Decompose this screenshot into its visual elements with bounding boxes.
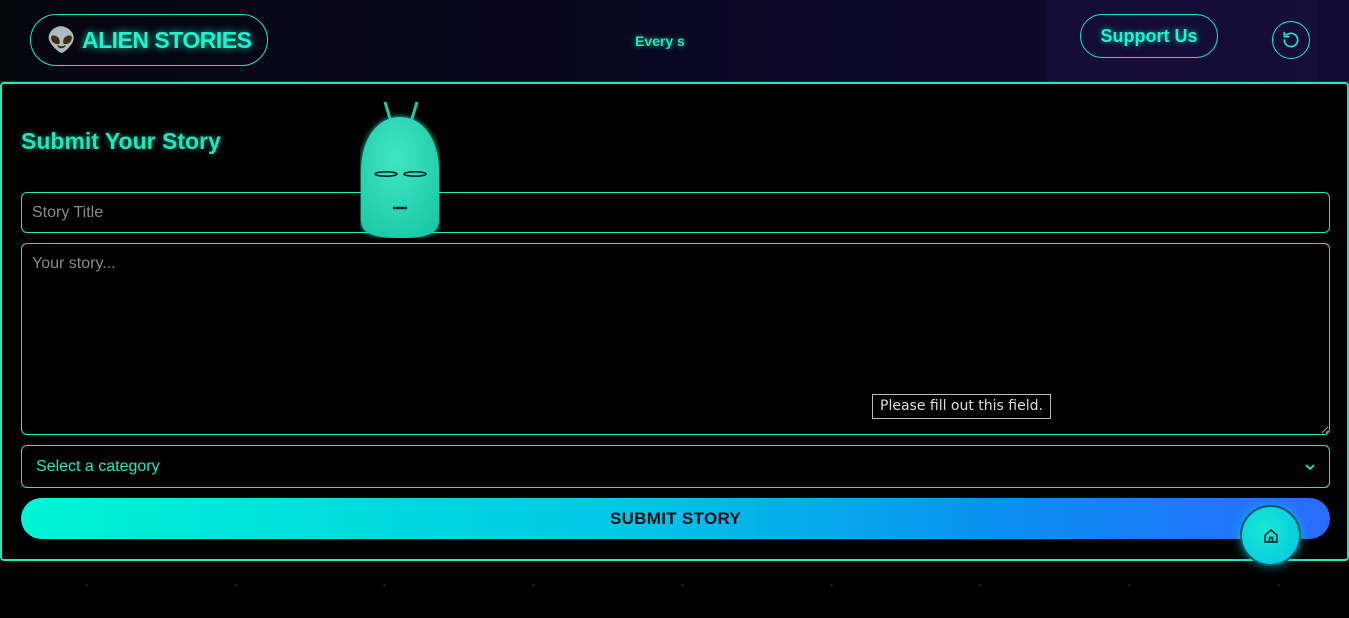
support-us-button[interactable]: Support Us [1080, 14, 1218, 58]
story-textarea[interactable] [21, 243, 1330, 435]
home-icon [1263, 528, 1278, 543]
category-selected-value: Select a category [36, 457, 160, 475]
submit-story-button[interactable]: SUBMIT STORY [21, 498, 1330, 539]
alien-icon: 👽 [46, 26, 77, 54]
refresh-icon [1283, 31, 1299, 48]
story-title-input[interactable] [21, 192, 1330, 233]
page-title: Submit Your Story [21, 128, 221, 154]
ticker-text: Every s [635, 33, 685, 49]
validation-tooltip: Please fill out this field. [872, 394, 1051, 419]
alien-mascot [361, 101, 439, 238]
logo-text: ALIEN STORIES [81, 26, 252, 53]
chevron-down-icon [1305, 463, 1315, 470]
category-select[interactable]: Select a category [21, 445, 1330, 488]
header: 👽 ALIEN STORIES Every s Support Us [0, 0, 1349, 82]
refresh-button[interactable] [1272, 21, 1310, 59]
home-button[interactable] [1240, 505, 1301, 566]
logo[interactable]: 👽 ALIEN STORIES [30, 14, 268, 66]
